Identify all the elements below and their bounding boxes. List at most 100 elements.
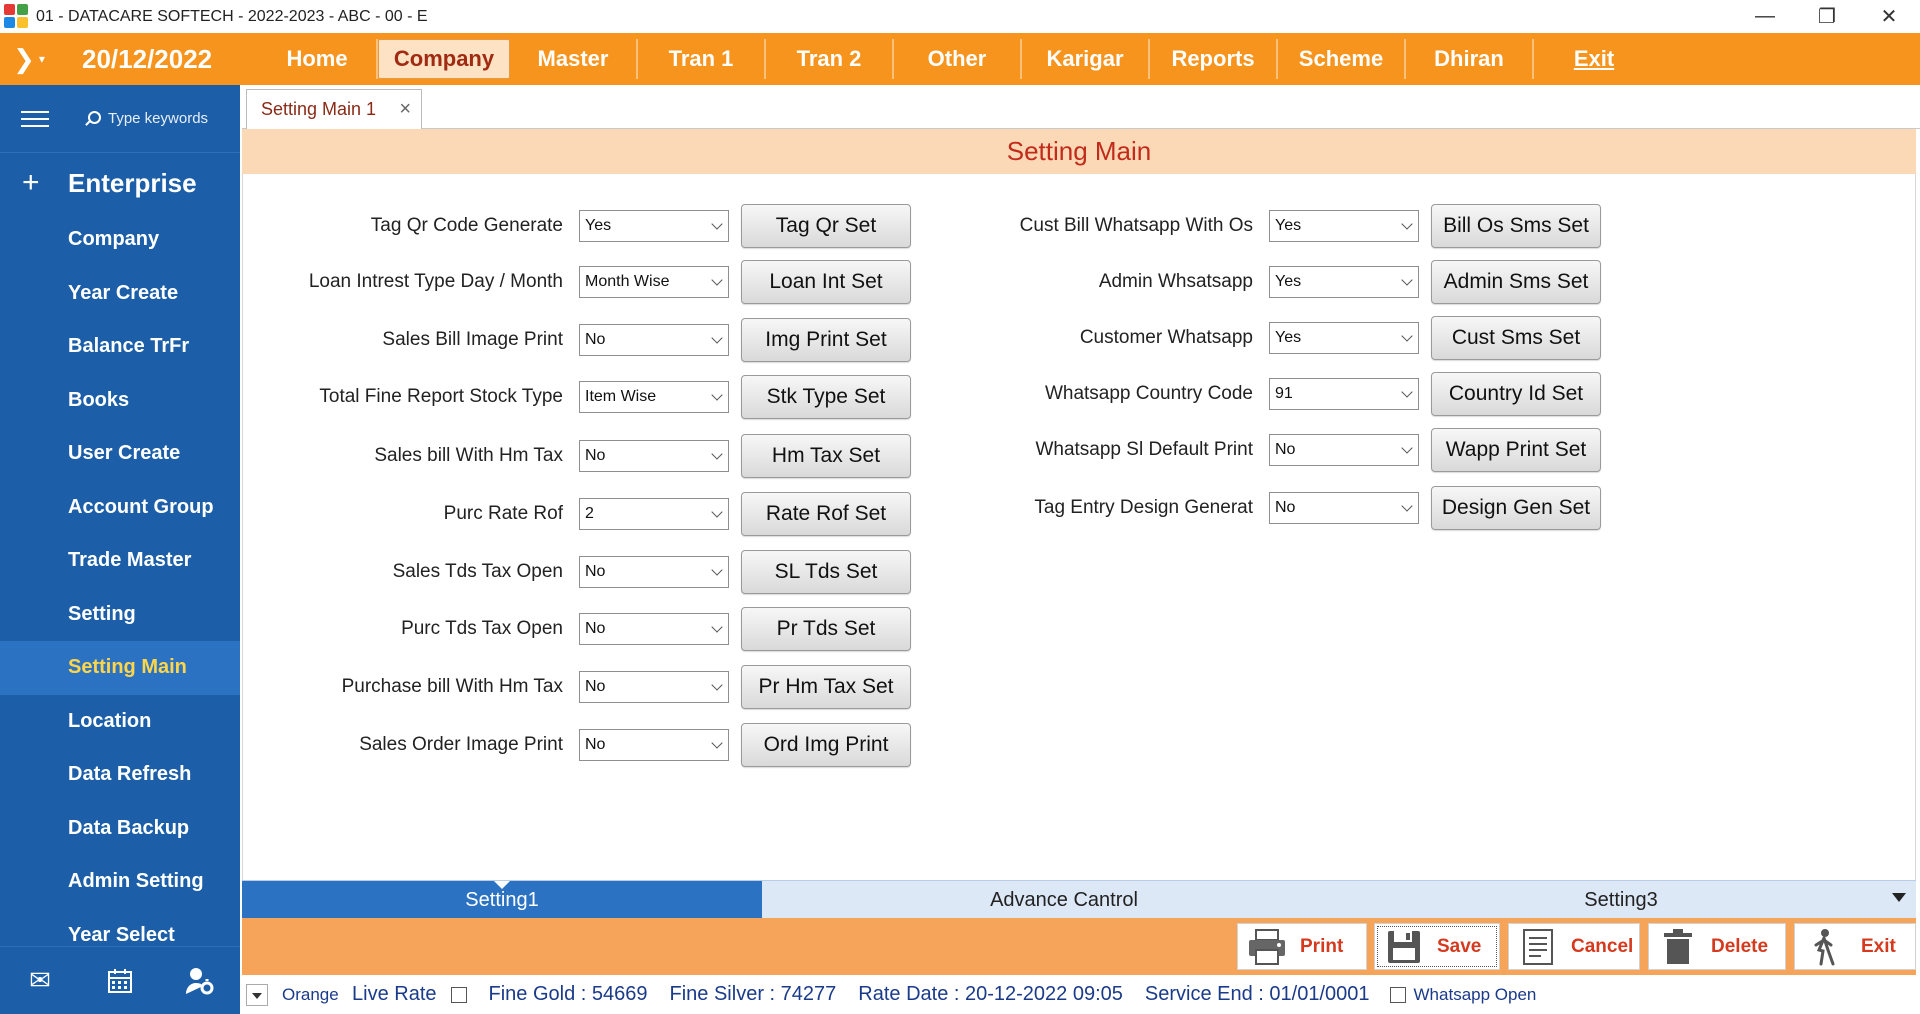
field-label: Tag Qr Code Generate (370, 215, 563, 236)
wapp-print-set-button[interactable]: Wapp Print Set (1431, 428, 1601, 472)
admin-whatsapp-select[interactable]: Yes (1269, 266, 1419, 298)
menu-tran-2[interactable]: Tran 2 (766, 39, 894, 79)
field-label: Total Fine Report Stock Type (319, 386, 563, 407)
sidebar-item-setting-main[interactable]: Setting Main (0, 641, 240, 695)
whatsapp-default-print-select[interactable]: No (1269, 434, 1419, 466)
loan-int-set-button[interactable]: Loan Int Set (741, 260, 911, 304)
chevron-down-icon (711, 448, 723, 460)
sales-tds-select[interactable]: No (579, 556, 729, 588)
sidebar-item-balance-trfr[interactable]: Balance TrFr (0, 320, 240, 374)
hm-tax-select[interactable]: No (579, 440, 729, 472)
field-label: Admin Whsatsapp (1098, 271, 1253, 292)
sidebar-search[interactable]: Type keywords (70, 110, 208, 127)
country-code-select[interactable]: 91 (1269, 378, 1419, 410)
menu-other[interactable]: Other (894, 39, 1022, 79)
sidebar-item-year-create[interactable]: Year Create (0, 267, 240, 321)
title-bar: 01 - DATACARE SOFTECH - 2022-2023 - ABC … (0, 0, 1920, 33)
menu-reports[interactable]: Reports (1150, 39, 1278, 79)
restore-icon[interactable]: ❐ (1796, 0, 1858, 33)
whatsapp-open-checkbox[interactable] (1389, 986, 1406, 1003)
purc-tds-select[interactable]: No (579, 613, 729, 645)
sidebar-item-data-backup[interactable]: Data Backup (0, 802, 240, 856)
chevron-down-icon (1401, 500, 1413, 512)
calendar-icon[interactable] (103, 966, 137, 996)
tab-setting-main-1[interactable]: Setting Main 1 × (246, 89, 422, 129)
cust-sms-set-button[interactable]: Cust Sms Set (1431, 316, 1601, 360)
customer-whatsapp-select[interactable]: Yes (1269, 322, 1419, 354)
sidebar-section-enterprise[interactable]: + Enterprise (0, 153, 240, 213)
menu-dhiran[interactable]: Dhiran (1406, 39, 1534, 79)
menu-scheme[interactable]: Scheme (1278, 39, 1406, 79)
tab-advance-control[interactable]: Advance Cantrol (762, 881, 1366, 919)
chevron-down-icon (711, 274, 723, 286)
tabs-dropdown-icon[interactable] (1892, 893, 1906, 902)
field-label: Purc Rate Rof (443, 503, 563, 524)
rate-rof-select[interactable]: 2 (579, 498, 729, 530)
window-title: 01 - DATACARE SOFTECH - 2022-2023 - ABC … (36, 7, 428, 25)
print-button[interactable]: Print (1237, 923, 1367, 970)
tab-setting3[interactable]: Setting3 (1366, 881, 1876, 919)
theme-label: Orange (282, 984, 339, 1004)
order-image-select[interactable]: No (579, 729, 729, 761)
pr-hm-tax-set-button[interactable]: Pr Hm Tax Set (741, 665, 911, 709)
field-row: Sales Order Image Print No Ord Img Print (243, 723, 911, 767)
tab-setting1[interactable]: Setting1 (242, 881, 762, 919)
mail-icon[interactable]: ✉ (23, 965, 57, 996)
ord-img-print-button[interactable]: Ord Img Print (741, 723, 911, 767)
loan-interest-select[interactable]: Month Wise (579, 266, 729, 298)
menu-master[interactable]: Master (510, 39, 638, 79)
close-icon[interactable]: × (399, 98, 411, 121)
settings-panel: Tag Qr Code Generate Yes Tag Qr Set Loan… (242, 174, 1916, 880)
sidebar-item-data-refresh[interactable]: Data Refresh (0, 748, 240, 802)
theme-dropdown[interactable] (246, 983, 268, 1006)
stk-type-set-button[interactable]: Stk Type Set (741, 375, 911, 419)
menu-exit[interactable]: Exit (1534, 39, 1654, 79)
sales-bill-image-select[interactable]: No (579, 324, 729, 356)
exit-button[interactable]: Exit (1794, 923, 1916, 970)
sidebar-item-user-create[interactable]: User Create (0, 427, 240, 481)
sidebar-item-books[interactable]: Books (0, 374, 240, 428)
pr-hm-tax-select[interactable]: No (579, 671, 729, 703)
sidebar-item-setting[interactable]: Setting (0, 588, 240, 642)
menu-date: 20/12/2022 (82, 43, 213, 74)
tag-qr-set-button[interactable]: Tag Qr Set (741, 204, 911, 248)
close-window-icon[interactable]: ✕ (1858, 0, 1920, 33)
live-rate-checkbox[interactable] (450, 986, 467, 1003)
menu-tran-1[interactable]: Tran 1 (638, 39, 766, 79)
rate-rof-set-button[interactable]: Rate Rof Set (741, 492, 911, 536)
design-gen-set-button[interactable]: Design Gen Set (1431, 486, 1601, 530)
collapse-menu-button[interactable]: ❯ ▾ (0, 33, 58, 85)
sidebar-item-trade-master[interactable]: Trade Master (0, 534, 240, 588)
img-print-set-button[interactable]: Img Print Set (741, 318, 911, 362)
tag-qr-select[interactable]: Yes (579, 210, 729, 242)
field-row: Whatsapp Sl Default Print No Wapp Print … (893, 428, 1601, 472)
status-bar: Orange Live Rate Fine Gold : 54669 Fine … (242, 975, 1920, 1014)
sidebar-item-account-group[interactable]: Account Group (0, 481, 240, 535)
sidebar-item-location[interactable]: Location (0, 695, 240, 749)
tag-design-select[interactable]: No (1269, 492, 1419, 524)
bill-os-sms-set-button[interactable]: Bill Os Sms Set (1431, 204, 1601, 248)
stock-type-select[interactable]: Item Wise (579, 381, 729, 413)
hm-tax-set-button[interactable]: Hm Tax Set (741, 434, 911, 478)
chevron-down-icon (1401, 218, 1413, 230)
minimize-icon[interactable]: — (1734, 0, 1796, 33)
menu-company[interactable]: Company (378, 39, 510, 79)
field-row: Purchase bill With Hm Tax No Pr Hm Tax S… (243, 665, 911, 709)
pr-tds-set-button[interactable]: Pr Tds Set (741, 607, 911, 651)
cancel-button[interactable]: Cancel (1508, 923, 1640, 970)
menu-karigar[interactable]: Karigar (1022, 39, 1150, 79)
field-label: Cust Bill Whatsapp With Os (1019, 215, 1253, 236)
section-label: Enterprise (68, 167, 197, 198)
cust-bill-whatsapp-select[interactable]: Yes (1269, 210, 1419, 242)
sidebar-item-company[interactable]: Company (0, 213, 240, 267)
sidebar-item-admin-setting[interactable]: Admin Setting (0, 855, 240, 909)
menu-home[interactable]: Home (258, 39, 378, 79)
admin-sms-set-button[interactable]: Admin Sms Set (1431, 260, 1601, 304)
country-id-set-button[interactable]: Country Id Set (1431, 372, 1601, 416)
user-settings-icon[interactable] (183, 966, 217, 996)
delete-button[interactable]: Delete (1648, 923, 1786, 970)
hamburger-icon[interactable] (0, 110, 70, 127)
sl-tds-set-button[interactable]: SL Tds Set (741, 550, 911, 594)
save-button[interactable]: Save (1374, 923, 1500, 970)
field-label: Loan Intrest Type Day / Month (308, 271, 563, 292)
